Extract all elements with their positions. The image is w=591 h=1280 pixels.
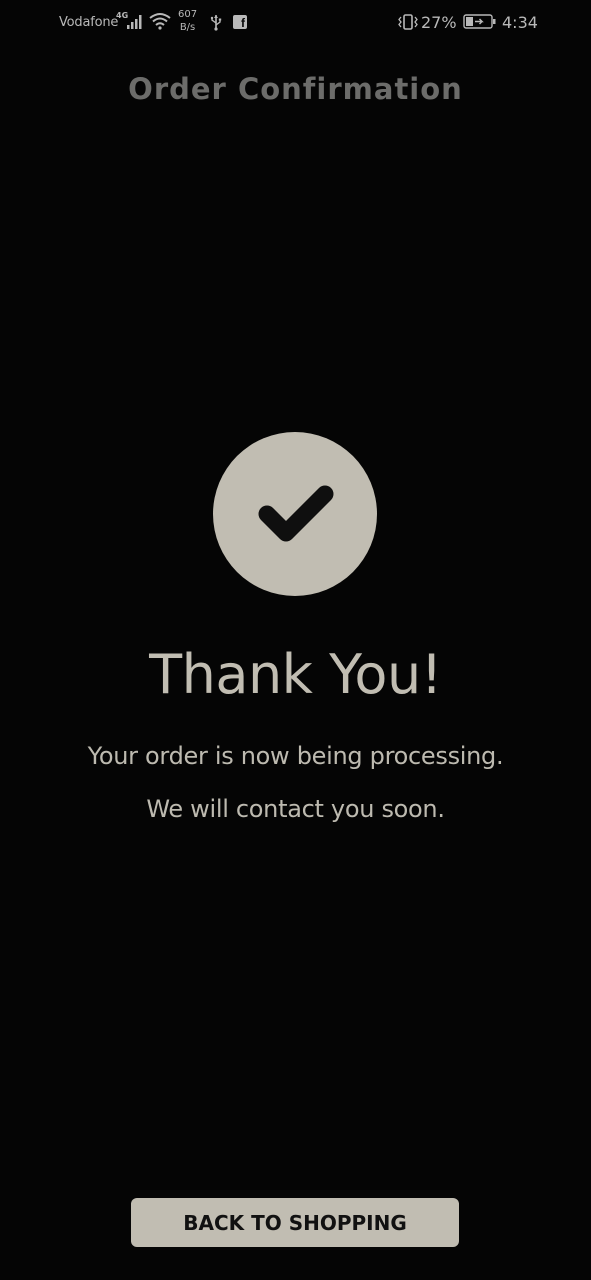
battery-charging-icon bbox=[463, 14, 496, 29]
network-speed-value: 607 bbox=[178, 9, 198, 20]
usb-icon bbox=[210, 15, 222, 31]
page-title: Order Confirmation bbox=[128, 72, 463, 106]
battery-percent: 27% bbox=[421, 13, 457, 32]
network-speed-unit: B/s bbox=[179, 22, 196, 33]
facebook-icon: f bbox=[233, 15, 247, 29]
vibrate-icon bbox=[398, 14, 418, 30]
success-badge bbox=[213, 432, 377, 596]
back-to-shopping-button[interactable]: BACK TO SHOPPING bbox=[131, 1198, 459, 1247]
clock-time: 4:34 bbox=[502, 13, 538, 32]
network-speed: 607 B/s bbox=[178, 8, 197, 34]
contact-message: We will contact you soon. bbox=[146, 795, 445, 823]
status-bar: Vodafone 4G 607 B/s f 27% 4:34 bbox=[0, 0, 591, 44]
wifi-icon bbox=[149, 13, 171, 30]
carrier-name: Vodafone bbox=[59, 15, 119, 30]
checkmark-icon bbox=[258, 485, 334, 542]
signal-icon bbox=[127, 15, 142, 29]
thank-you-heading: Thank You! bbox=[149, 643, 442, 706]
processing-message: Your order is now being processing. bbox=[87, 742, 504, 770]
